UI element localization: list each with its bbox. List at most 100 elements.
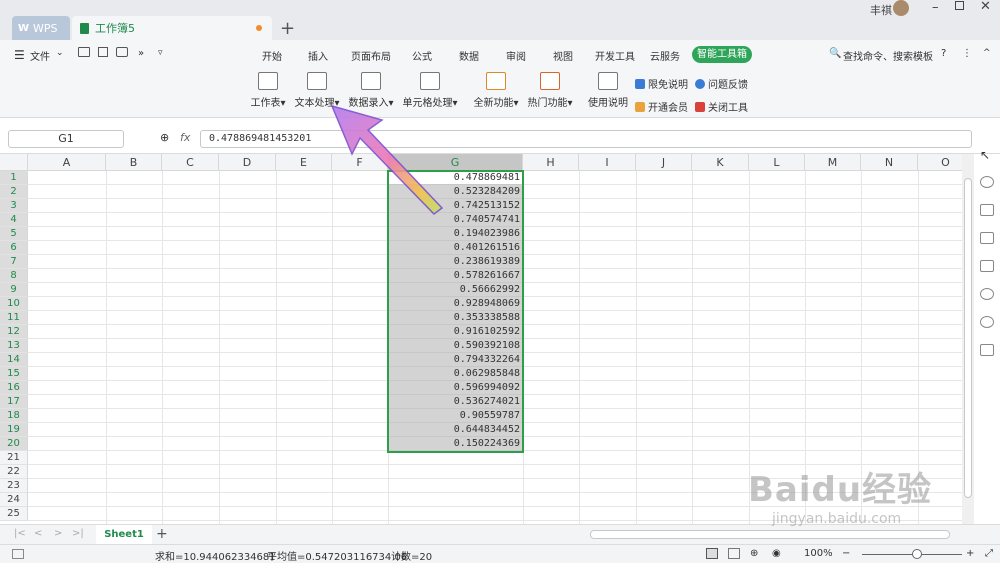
- name-box[interactable]: G1: [8, 130, 124, 148]
- row-header[interactable]: 15: [0, 367, 28, 381]
- cell-g[interactable]: 0.742513152: [388, 199, 523, 213]
- last-sheet-icon[interactable]: >|: [72, 528, 84, 539]
- cell-g[interactable]: 0.596994092: [388, 381, 523, 395]
- row-header[interactable]: 10: [0, 297, 28, 311]
- row-header[interactable]: 13: [0, 339, 28, 353]
- cell-g[interactable]: 0.478869481: [388, 171, 523, 185]
- zoom-formula-icon[interactable]: ⊕: [160, 131, 169, 144]
- cell-g[interactable]: 0.928948069: [388, 297, 523, 311]
- spreadsheet-grid[interactable]: A B C D E F G H I J K L M N O 1 0.4788694…: [0, 154, 962, 524]
- zoom-level[interactable]: 100%: [804, 548, 833, 559]
- tab-wps[interactable]: W WPS: [12, 16, 70, 40]
- open-folder-icon[interactable]: [78, 47, 90, 57]
- chevron-down-icon[interactable]: ⌄: [56, 48, 64, 58]
- row-header[interactable]: 21: [0, 451, 28, 465]
- new-features-button[interactable]: 全新功能▾: [472, 72, 520, 109]
- scroll-thumb[interactable]: [964, 178, 972, 498]
- column-header[interactable]: E: [276, 154, 332, 171]
- normal-view-icon[interactable]: [706, 548, 718, 559]
- cell-g[interactable]: 0.578261667: [388, 269, 523, 283]
- save-icon[interactable]: [98, 47, 108, 57]
- cell-g[interactable]: 0.90559787: [388, 409, 523, 423]
- column-header[interactable]: F: [332, 154, 388, 171]
- zoom-out-icon[interactable]: −: [842, 548, 850, 559]
- cell-g[interactable]: 0.536274021: [388, 395, 523, 409]
- next-sheet-icon[interactable]: >: [54, 528, 62, 539]
- column-header[interactable]: L: [749, 154, 805, 171]
- print-icon[interactable]: [116, 47, 128, 57]
- hamburger-icon[interactable]: ☰: [14, 48, 25, 62]
- sheet-tab[interactable]: Sheet1: [96, 525, 152, 545]
- row-header[interactable]: 2: [0, 185, 28, 199]
- column-header[interactable]: O: [918, 154, 962, 171]
- row-header[interactable]: 7: [0, 255, 28, 269]
- fullscreen-icon[interactable]: ⤢: [985, 548, 993, 559]
- zoom-in-icon[interactable]: +: [966, 548, 974, 559]
- help-icon[interactable]: ?: [941, 48, 946, 59]
- tab-workbook[interactable]: 工作簿5: [72, 16, 272, 40]
- membership-link[interactable]: 开通会员: [635, 99, 688, 114]
- menu-page-layout[interactable]: 页面布局: [351, 48, 391, 63]
- cell-g[interactable]: 0.353338588: [388, 311, 523, 325]
- column-header[interactable]: B: [106, 154, 162, 171]
- first-sheet-icon[interactable]: |<: [14, 528, 26, 539]
- menu-view[interactable]: 视图: [553, 48, 573, 63]
- table-style-icon[interactable]: [980, 232, 994, 244]
- dropdown-icon[interactable]: ▿: [158, 48, 163, 58]
- cell-g[interactable]: 0.194023986: [388, 227, 523, 241]
- column-header[interactable]: M: [805, 154, 861, 171]
- feedback-link[interactable]: 问题反馈: [695, 76, 748, 91]
- horizontal-scrollbar[interactable]: [590, 530, 950, 539]
- select-all-corner[interactable]: [0, 154, 28, 171]
- column-header[interactable]: C: [162, 154, 219, 171]
- table-row[interactable]: [28, 493, 962, 507]
- row-header[interactable]: 22: [0, 465, 28, 479]
- grid-apps-icon[interactable]: [980, 344, 994, 356]
- column-header[interactable]: K: [692, 154, 749, 171]
- row-header[interactable]: 14: [0, 353, 28, 367]
- search-icon[interactable]: 🔍: [829, 48, 841, 59]
- fx-icon[interactable]: fx: [180, 131, 190, 144]
- page-break-icon[interactable]: [728, 548, 740, 559]
- instructions-button[interactable]: 使用说明: [588, 72, 628, 109]
- row-header[interactable]: 11: [0, 311, 28, 325]
- row-header[interactable]: 9: [0, 283, 28, 297]
- row-header[interactable]: 3: [0, 199, 28, 213]
- cell-g[interactable]: 0.740574741: [388, 213, 523, 227]
- row-header[interactable]: 24: [0, 493, 28, 507]
- prev-sheet-icon[interactable]: <: [34, 528, 42, 539]
- reading-mode-icon[interactable]: ⊕: [750, 548, 758, 559]
- table-row[interactable]: [28, 507, 962, 521]
- menu-data[interactable]: 数据: [459, 48, 479, 63]
- help-circle-icon[interactable]: [980, 316, 994, 328]
- close-icon[interactable]: ✕: [980, 0, 991, 15]
- menu-insert[interactable]: 插入: [308, 48, 328, 63]
- archive-icon[interactable]: [980, 260, 994, 272]
- column-header[interactable]: J: [636, 154, 692, 171]
- menu-developer[interactable]: 开发工具: [595, 48, 635, 63]
- formula-input[interactable]: 0.478869481453201: [200, 130, 972, 148]
- row-header[interactable]: 19: [0, 423, 28, 437]
- close-tools-link[interactable]: 关闭工具: [695, 99, 748, 114]
- column-header[interactable]: G: [388, 154, 523, 171]
- free-trial-info[interactable]: 限免说明: [635, 76, 688, 91]
- avatar[interactable]: [893, 0, 909, 16]
- row-header[interactable]: 16: [0, 381, 28, 395]
- cell-g[interactable]: 0.794332264: [388, 353, 523, 367]
- add-sheet-button[interactable]: +: [156, 526, 168, 542]
- table-row[interactable]: [28, 479, 962, 493]
- column-header[interactable]: D: [219, 154, 276, 171]
- row-header[interactable]: 25: [0, 507, 28, 521]
- menu-cloud[interactable]: 云服务: [650, 48, 680, 63]
- row-header[interactable]: 6: [0, 241, 28, 255]
- row-header[interactable]: 23: [0, 479, 28, 493]
- more-options-icon[interactable]: ⋮: [962, 48, 972, 59]
- shapes-icon[interactable]: [980, 176, 994, 188]
- cell-g[interactable]: 0.062985848: [388, 367, 523, 381]
- new-tab-button[interactable]: +: [280, 18, 295, 39]
- column-header[interactable]: I: [579, 154, 636, 171]
- cursor-icon[interactable]: ↖: [980, 148, 994, 162]
- zoom-slider-handle[interactable]: [912, 549, 922, 559]
- more-icon[interactable]: »: [138, 48, 144, 59]
- file-menu[interactable]: 文件: [30, 48, 50, 63]
